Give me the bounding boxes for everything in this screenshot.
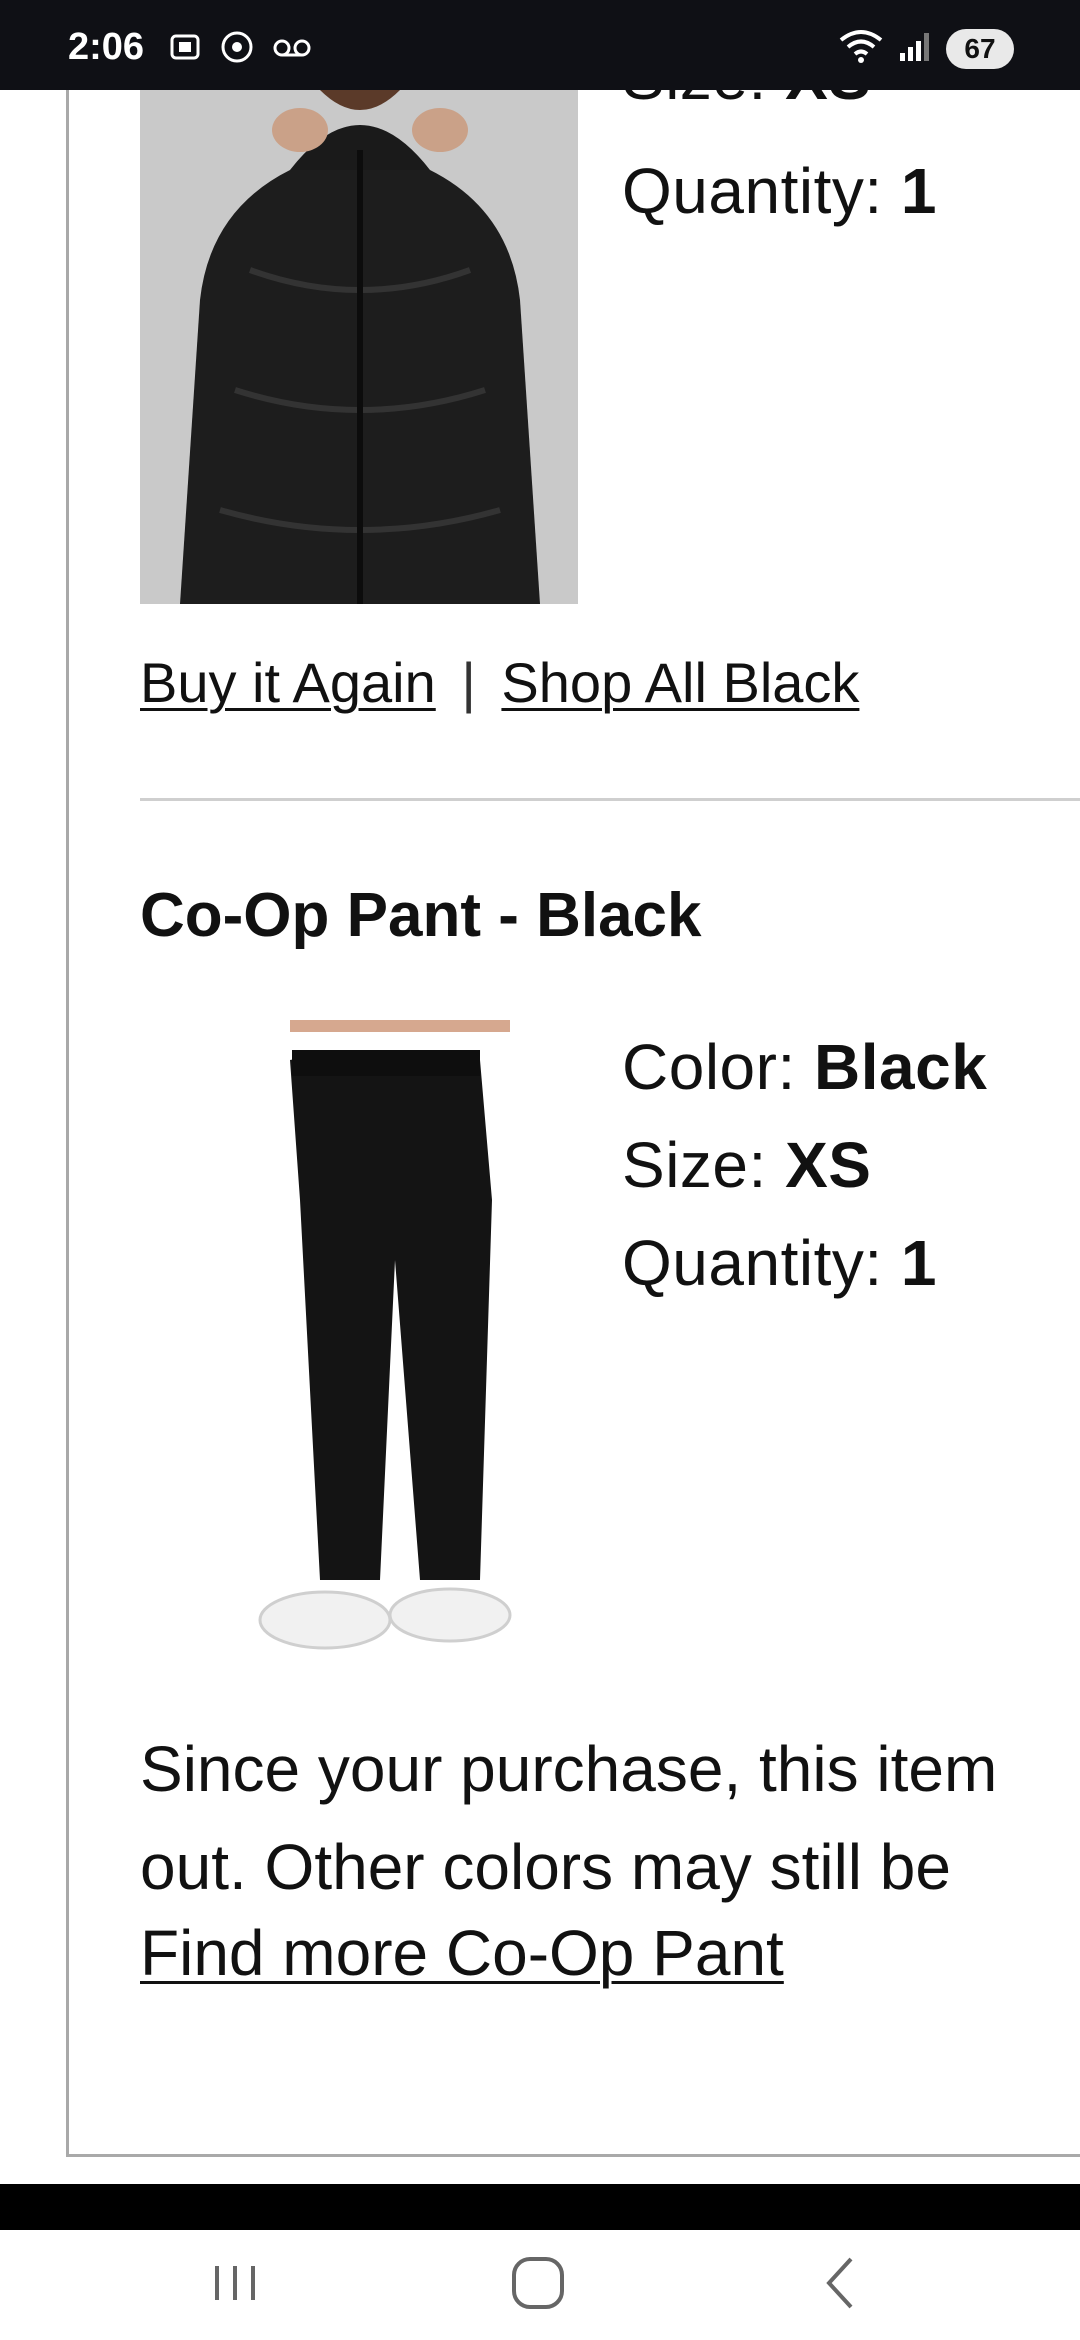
navigation-bar — [0, 2230, 1080, 2340]
signal-icon — [898, 29, 932, 68]
screenshot-icon — [168, 30, 202, 64]
shop-all-black-link[interactable]: Shop All Black — [501, 651, 859, 714]
back-button[interactable] — [780, 2242, 900, 2328]
color-value: Black — [814, 1031, 988, 1103]
voicemail-icon — [272, 30, 311, 64]
wifi-icon — [838, 26, 884, 71]
order-details-content: Size: XS Quantity: 1 Buy it Again | Shop… — [0, 90, 1080, 2184]
availability-note: Since your purchase, this item out. Othe… — [140, 1720, 997, 1916]
quantity-label: Quantity: — [622, 155, 883, 227]
quantity-label: Quantity: — [622, 1227, 883, 1299]
size-label: Size: — [622, 90, 767, 113]
recent-apps-icon — [205, 2258, 265, 2313]
recent-apps-button[interactable] — [175, 2242, 295, 2328]
battery-indicator: 67 — [946, 28, 1014, 69]
find-more-link[interactable]: Find more Co-Op Pant — [140, 1916, 784, 1990]
jacket-product-image[interactable] — [140, 90, 578, 604]
status-bar: 2:06 67 — [0, 0, 1080, 90]
size-label: Size: — [622, 1129, 767, 1201]
home-button[interactable] — [478, 2242, 598, 2328]
bottom-strip — [0, 2184, 1080, 2230]
home-icon — [508, 2253, 568, 2318]
color-label: Color: — [622, 1031, 796, 1103]
quantity-value: 1 — [900, 1227, 937, 1299]
size-value: XS — [785, 90, 871, 113]
note-line-1: Since your purchase, this item — [140, 1733, 998, 1805]
status-time: 2:06 — [68, 26, 145, 68]
link-separator: | — [461, 651, 476, 714]
chrome-icon — [220, 30, 254, 64]
item-links: Buy it Again | Shop All Black — [140, 650, 859, 715]
buy-it-again-link[interactable]: Buy it Again — [140, 651, 436, 714]
pants-product-image[interactable] — [180, 1020, 560, 1660]
note-line-2: out. Other colors may still be — [140, 1831, 951, 1903]
back-icon — [815, 2253, 865, 2318]
size-value: XS — [785, 1129, 872, 1201]
product-title: Co-Op Pant - Black — [140, 881, 702, 950]
item-divider — [140, 798, 1080, 801]
quantity-value: 1 — [900, 155, 937, 227]
